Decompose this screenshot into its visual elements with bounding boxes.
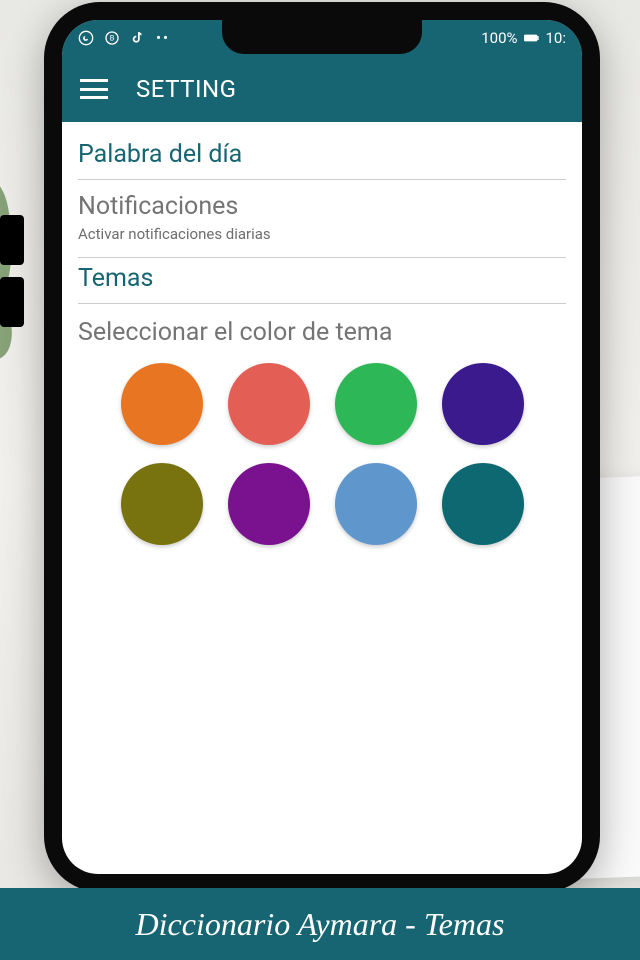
- notifications-title: Notificaciones: [78, 192, 566, 221]
- section-word-of-day: Palabra del día: [78, 134, 566, 180]
- color-swatch-coral[interactable]: [228, 363, 310, 445]
- color-swatch-indigo[interactable]: [442, 363, 524, 445]
- battery-percent: 100%: [481, 29, 517, 47]
- menu-icon[interactable]: [80, 79, 108, 99]
- notifications-subtitle: Activar notificaciones diarias: [78, 225, 566, 243]
- color-swatch-orange[interactable]: [121, 363, 203, 445]
- whatsapp-icon: [78, 30, 94, 46]
- phone-notch: [222, 20, 422, 54]
- theme-select-label: Seleccionar el color de tema: [78, 304, 566, 355]
- promo-banner: Diccionario Aymara - Temas: [0, 888, 640, 960]
- clock-time: 10:: [546, 29, 567, 47]
- app-bar: SETTING: [62, 56, 582, 122]
- tiktok-icon: [130, 30, 146, 46]
- phone-side-buttons: [0, 215, 30, 339]
- phone-frame: B •• 100% 10: SETTING Palabra d: [44, 2, 600, 892]
- page-title: SETTING: [136, 75, 236, 103]
- phone-screen: B •• 100% 10: SETTING Palabra d: [62, 20, 582, 874]
- color-swatch-grid: [78, 355, 566, 553]
- color-swatch-teal[interactable]: [442, 463, 524, 545]
- section-themes: Temas: [78, 258, 566, 304]
- b-icon: B: [104, 30, 120, 46]
- battery-icon: [524, 30, 540, 46]
- color-swatch-purple[interactable]: [228, 463, 310, 545]
- color-swatch-green[interactable]: [335, 363, 417, 445]
- notifications-item[interactable]: Notificaciones Activar notificaciones di…: [78, 180, 566, 258]
- svg-text:B: B: [110, 34, 115, 43]
- settings-content: Palabra del día Notificaciones Activar n…: [62, 122, 582, 565]
- more-dots-icon: ••: [156, 29, 170, 47]
- color-swatch-blue[interactable]: [335, 463, 417, 545]
- color-swatch-olive[interactable]: [121, 463, 203, 545]
